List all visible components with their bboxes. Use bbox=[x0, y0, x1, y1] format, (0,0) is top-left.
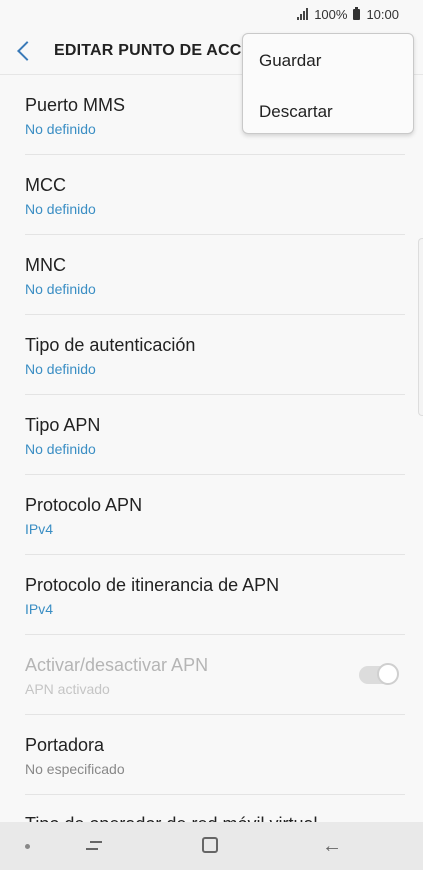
settings-list: Puerto MMS No definido MCC No definido M… bbox=[0, 75, 423, 795]
setting-value: No definido bbox=[25, 361, 96, 377]
status-bar: 100% 10:00 bbox=[0, 0, 423, 28]
setting-value: No especificado bbox=[25, 761, 125, 777]
back-icon[interactable]: ← bbox=[322, 836, 342, 856]
recent-apps-icon[interactable] bbox=[86, 838, 102, 852]
setting-label: Activar/desactivar APN bbox=[25, 655, 209, 675]
setting-value: No definido bbox=[25, 281, 96, 297]
setting-value: No definido bbox=[25, 121, 96, 137]
setting-label: Protocolo de itinerancia de APN bbox=[25, 575, 280, 595]
menu-item-descartar[interactable]: Descartar bbox=[259, 102, 333, 122]
home-icon[interactable] bbox=[202, 837, 218, 853]
navigation-bar: ← bbox=[0, 822, 423, 870]
divider bbox=[25, 794, 405, 795]
toggle-knob bbox=[377, 663, 399, 685]
setting-label: Portadora bbox=[25, 735, 105, 755]
setting-activar-apn: Activar/desactivar APN APN activado bbox=[0, 635, 423, 715]
signal-icon bbox=[297, 8, 309, 20]
setting-label: Puerto MMS bbox=[25, 95, 126, 115]
setting-portadora[interactable]: Portadora No especificado bbox=[0, 715, 423, 795]
setting-value: IPv4 bbox=[25, 601, 54, 617]
setting-label: MCC bbox=[25, 175, 66, 195]
setting-label: Tipo de autenticación bbox=[25, 335, 196, 355]
apn-toggle bbox=[359, 663, 399, 685]
setting-mnc[interactable]: MNC No definido bbox=[0, 235, 423, 315]
overflow-menu: Guardar Descartar bbox=[242, 33, 414, 134]
menu-item-guardar[interactable]: Guardar bbox=[259, 51, 321, 71]
scrollbar[interactable] bbox=[418, 238, 423, 416]
setting-tipo-apn[interactable]: Tipo APN No definido bbox=[0, 395, 423, 475]
setting-tipo-autenticacion[interactable]: Tipo de autenticación No definido bbox=[0, 315, 423, 395]
setting-label: Tipo APN bbox=[25, 415, 101, 435]
battery-percentage: 100% bbox=[314, 6, 348, 22]
setting-value: No definido bbox=[25, 441, 96, 457]
setting-protocolo-apn[interactable]: Protocolo APN IPv4 bbox=[0, 475, 423, 555]
setting-protocolo-itinerancia[interactable]: Protocolo de itinerancia de APN IPv4 bbox=[0, 555, 423, 635]
clock: 10:00 bbox=[366, 6, 399, 22]
setting-mcc[interactable]: MCC No definido bbox=[0, 155, 423, 235]
setting-label: MNC bbox=[25, 255, 66, 275]
setting-partial-item[interactable]: Tipo de operador de red móvil virtual bbox=[0, 796, 423, 824]
setting-value: No definido bbox=[25, 201, 96, 217]
page-title: EDITAR PUNTO DE ACCE bbox=[54, 42, 253, 59]
back-arrow-icon[interactable] bbox=[17, 41, 37, 61]
setting-label: Protocolo APN bbox=[25, 495, 143, 515]
keyboard-dot-icon bbox=[25, 844, 30, 849]
battery-icon bbox=[353, 6, 361, 20]
setting-value: APN activado bbox=[25, 681, 110, 697]
setting-value: IPv4 bbox=[25, 521, 54, 537]
